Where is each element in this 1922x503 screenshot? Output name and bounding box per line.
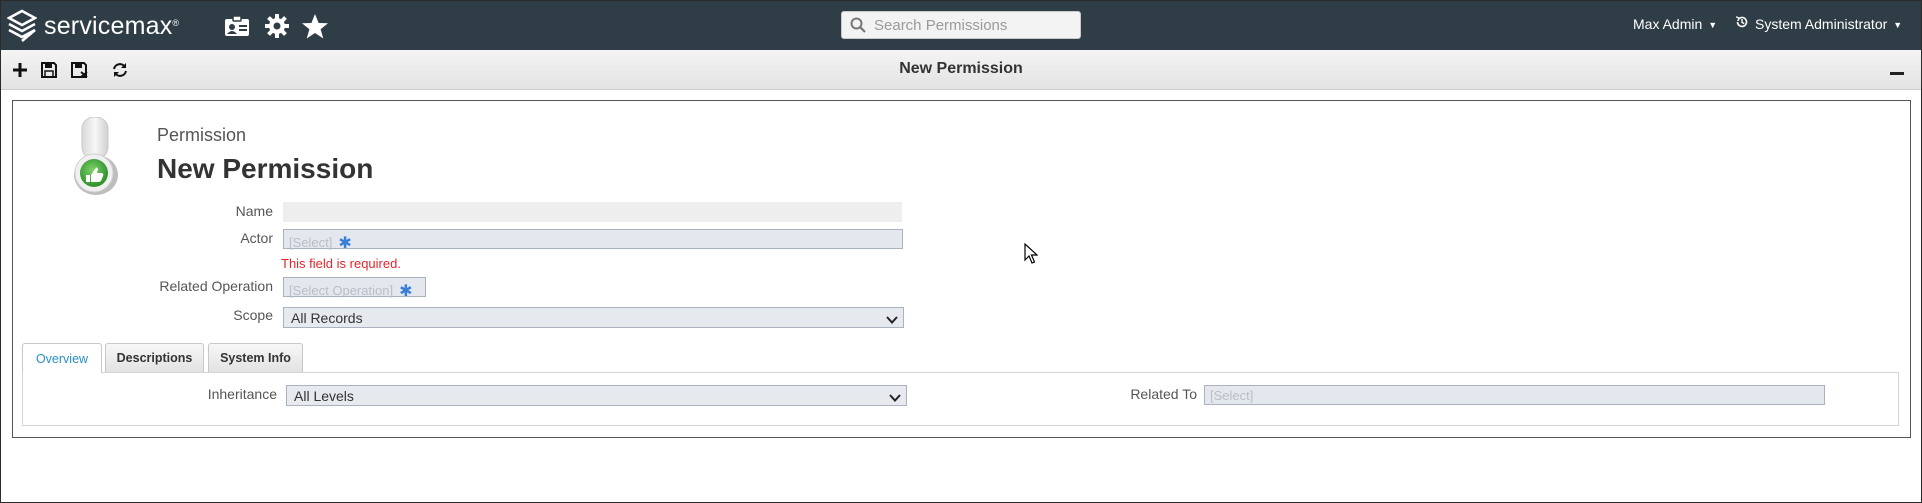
toolbar-title: New Permission: [899, 60, 1023, 77]
required-icon: ✱: [338, 235, 352, 252]
minimize-icon[interactable]: [1890, 72, 1904, 75]
chevron-down-icon: ▼: [1893, 20, 1903, 30]
chevron-down-icon: ▼: [1708, 20, 1718, 30]
inheritance-selected-value: All Levels: [294, 388, 354, 404]
chevron-down-icon: [886, 312, 898, 328]
record-toolbar: New Permission: [1, 50, 1921, 90]
top-nav-bar: servicemax® Search Permissions Max Admin…: [1, 1, 1921, 50]
role-name: System Administrator: [1755, 16, 1888, 32]
actor-lookup-field[interactable]: [Select] ✱: [283, 229, 903, 252]
scope-select[interactable]: All Records: [283, 307, 904, 328]
inheritance-label: Inheritance: [207, 386, 277, 402]
servicemax-logo-icon: [7, 9, 37, 42]
overview-tab-content: Inheritance All Levels Related To [Selec…: [22, 372, 1899, 426]
actor-error-message: This field is required.: [281, 256, 401, 271]
history-icon: [1735, 15, 1749, 32]
record-type-label: Permission: [157, 125, 247, 145]
user-menu[interactable]: Max Admin ▼: [1633, 16, 1717, 32]
contact-card-icon[interactable]: [223, 12, 251, 40]
user-name: Max Admin: [1633, 16, 1703, 32]
tab-descriptions[interactable]: Descriptions: [105, 343, 204, 372]
role-menu[interactable]: System Administrator ▼: [1735, 15, 1903, 34]
scope-selected-value: All Records: [291, 310, 363, 326]
actor-placeholder: [Select]: [289, 235, 333, 250]
scope-label: Scope: [233, 307, 273, 323]
brand-name: servicemax®: [44, 11, 180, 40]
chevron-down-icon: [889, 390, 901, 406]
related-to-placeholder: [Select]: [1210, 388, 1254, 403]
related-operation-lookup-field[interactable]: [Select Operation] ✱: [283, 277, 426, 300]
search-box[interactable]: [841, 11, 1081, 39]
name-field[interactable]: [283, 202, 902, 222]
mouse-pointer-icon: [1024, 242, 1039, 270]
inheritance-select[interactable]: All Levels: [286, 385, 907, 406]
related-to-lookup-field[interactable]: [Select]: [1204, 385, 1825, 405]
name-label: Name: [235, 203, 273, 219]
servicemax-logo[interactable]: servicemax®: [7, 8, 179, 44]
tab-system-info[interactable]: System Info: [208, 343, 303, 372]
star-icon[interactable]: [301, 12, 329, 40]
record-form-panel: Permission New Permission Name Actor [Se…: [12, 100, 1911, 438]
search-input[interactable]: [874, 15, 1074, 35]
tab-overview[interactable]: Overview: [22, 343, 102, 373]
related-operation-label: Related Operation: [159, 278, 273, 294]
required-icon: ✱: [399, 283, 413, 300]
gear-icon[interactable]: [263, 12, 291, 40]
related-to-label: Related To: [1130, 386, 1197, 402]
actor-label: Actor: [240, 230, 273, 246]
record-title: New Permission: [157, 153, 374, 184]
permission-toggle-icon: [67, 116, 125, 206]
search-icon: [850, 17, 866, 38]
related-operation-placeholder: [Select Operation]: [289, 283, 394, 298]
